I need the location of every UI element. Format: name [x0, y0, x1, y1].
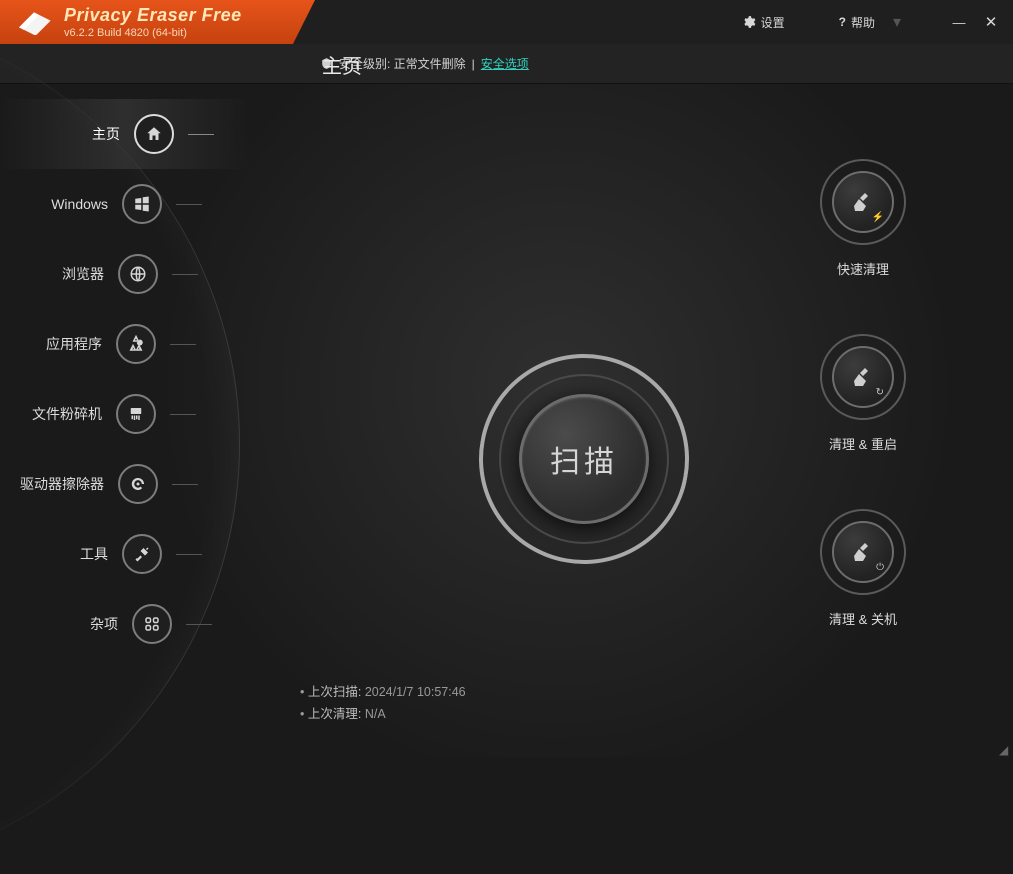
titlebar: Privacy Eraser Free v6.2.2 Build 4820 (6…: [0, 0, 1013, 44]
action-label: 清理 & 重启: [829, 434, 897, 453]
broom-icon: [851, 190, 875, 214]
gear-icon: [742, 15, 756, 29]
nav-tick: [186, 624, 212, 625]
sidebar-item-label: 主页: [92, 124, 120, 144]
refresh-icon: ↻: [876, 387, 884, 398]
sidebar-item-windows[interactable]: Windows: [0, 169, 250, 239]
action-column: ⚡ 快速清理 ↻ 清理 & 重启 ⏻ 清理 & 关机: [783, 159, 943, 628]
sidebar-item-drivewiper[interactable]: 驱动器擦除器: [0, 449, 250, 519]
sidebar-item-label: Windows: [51, 196, 108, 212]
minimize-button[interactable]: —: [947, 15, 971, 30]
main-area: 主页 Windows 浏览器 应用程序 文件粉碎机 驱动器擦除器: [0, 84, 1013, 757]
help-label: 帮助: [851, 14, 875, 31]
sidebar-item-shredder[interactable]: 文件粉碎机: [0, 379, 250, 449]
settings-label: 设置: [761, 14, 785, 31]
windows-icon: [122, 184, 162, 224]
sidebar-item-label: 文件粉碎机: [32, 404, 102, 424]
nav-tick: [176, 554, 202, 555]
sidebar-item-label: 工具: [80, 544, 108, 564]
sidebar-item-label: 应用程序: [46, 334, 102, 354]
power-icon: ⏻: [876, 562, 884, 573]
action-label: 清理 & 关机: [829, 609, 897, 628]
app-name: Privacy Eraser Free: [64, 5, 242, 26]
clean-shutdown-button[interactable]: ⏻ 清理 & 关机: [820, 509, 906, 628]
tools-icon: [122, 534, 162, 574]
home-icon: [134, 114, 174, 154]
grid-icon: [132, 604, 172, 644]
sidebar-item-misc[interactable]: 杂项: [0, 589, 250, 659]
nav-tick: [172, 274, 198, 275]
drive-icon: [118, 464, 158, 504]
page-title: 主页: [322, 50, 362, 79]
sidebar-item-apps[interactable]: 应用程序: [0, 309, 250, 379]
close-button[interactable]: ✕: [979, 13, 1003, 31]
nav-tick: [170, 414, 196, 415]
help-icon: ?: [839, 15, 846, 29]
action-label: 快速清理: [837, 259, 889, 278]
nav-tick: [188, 134, 214, 135]
shredder-icon: [116, 394, 156, 434]
security-options-link[interactable]: 安全选项: [481, 55, 529, 72]
help-button[interactable]: ? 帮助: [833, 10, 881, 35]
subheader: 主页 安全级别: 正常文件删除 | 安全选项: [0, 44, 1013, 84]
sidebar-item-label: 杂项: [90, 614, 118, 634]
globe-icon: [118, 254, 158, 294]
app-version: v6.2.2 Build 4820 (64-bit): [64, 27, 242, 39]
scan-button[interactable]: 扫描: [519, 394, 649, 524]
dropdown-caret-icon[interactable]: ▾: [893, 12, 901, 32]
bolt-icon: ⚡: [872, 212, 884, 223]
sidebar-item-label: 驱动器擦除器: [20, 474, 104, 494]
last-clean-value: N/A: [365, 707, 386, 721]
sidebar-item-label: 浏览器: [62, 264, 104, 284]
resize-grip[interactable]: ◢: [999, 743, 1011, 755]
apps-icon: [116, 324, 156, 364]
brand-text: Privacy Eraser Free v6.2.2 Build 4820 (6…: [64, 5, 242, 39]
status-separator: |: [472, 57, 475, 71]
sidebar-item-tools[interactable]: 工具: [0, 519, 250, 589]
last-scan-label: 上次扫描:: [308, 685, 361, 699]
nav-tick: [172, 484, 198, 485]
quick-clean-button[interactable]: ⚡ 快速清理: [820, 159, 906, 278]
settings-button[interactable]: 设置: [736, 10, 791, 35]
last-scan-value: 2024/1/7 10:57:46: [365, 685, 466, 699]
nav-tick: [176, 204, 202, 205]
scan-label: 扫描: [550, 437, 618, 481]
broom-icon: [851, 365, 875, 389]
scan-ring: 扫描: [479, 354, 689, 564]
eraser-icon: [14, 9, 54, 35]
last-clean-label: 上次清理:: [308, 707, 361, 721]
broom-icon: [851, 540, 875, 564]
clean-restart-button[interactable]: ↻ 清理 & 重启: [820, 334, 906, 453]
sidebar-item-home[interactable]: 主页: [0, 99, 250, 169]
sidebar-item-browser[interactable]: 浏览器: [0, 239, 250, 309]
sidebar-nav: 主页 Windows 浏览器 应用程序 文件粉碎机 驱动器擦除器: [0, 99, 250, 659]
footer-info: 上次扫描: 2024/1/7 10:57:46 上次清理: N/A: [300, 681, 466, 725]
nav-tick: [170, 344, 196, 345]
brand-block: Privacy Eraser Free v6.2.2 Build 4820 (6…: [0, 0, 315, 44]
